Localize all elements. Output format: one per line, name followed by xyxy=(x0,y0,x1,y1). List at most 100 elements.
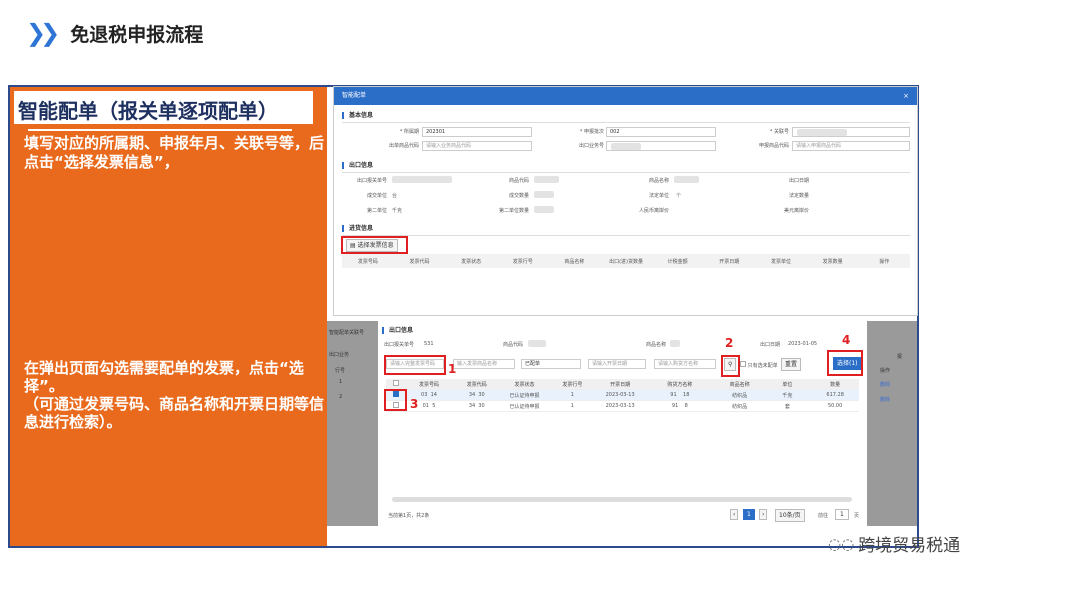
checkbox[interactable] xyxy=(740,361,746,367)
close-icon[interactable]: × xyxy=(903,87,909,105)
export-no-input[interactable] xyxy=(606,141,716,151)
col-header: 发票号码 xyxy=(357,258,378,265)
section-purchase: 进货信息 xyxy=(342,225,373,232)
status-select[interactable]: 已配单 xyxy=(521,359,581,369)
purchase-table-header: 发票号码 发票代码 发票状态 发票行号 商品名称 出口(进)货数量 计税金额 开… xyxy=(342,254,910,268)
col-header: 开票日期 xyxy=(610,381,631,388)
cell: 2023-03-13 xyxy=(605,392,635,398)
reset-button[interactable]: 重置 xyxy=(781,358,802,371)
table-row[interactable]: 03 14 34 30 已认证待申报 1 2023-03-13 91 18 纺织… xyxy=(386,390,859,401)
col-header: 发票状态 xyxy=(514,381,535,388)
field-label: 第二单位 xyxy=(366,208,387,214)
col-header: 发票状态 xyxy=(461,258,482,265)
divider xyxy=(342,122,910,123)
col-header: 发票数量 xyxy=(822,258,843,265)
step-marker: 4 xyxy=(842,333,851,347)
bg-side-label: 2 xyxy=(339,394,343,400)
prev-page-button[interactable]: ‹ xyxy=(730,509,739,520)
redacted xyxy=(670,340,680,347)
col-header: 开票日期 xyxy=(719,258,740,265)
field-label: 出口日期 xyxy=(788,178,809,184)
highlight-box xyxy=(827,350,863,376)
redacted xyxy=(534,176,559,183)
bg-side-label: 出口业务 xyxy=(329,352,350,358)
col-header: 操作 xyxy=(879,258,890,265)
redacted xyxy=(528,340,546,347)
horizontal-scrollbar[interactable] xyxy=(392,497,852,502)
unit-value: 台 xyxy=(392,193,398,199)
col-header: 发票行号 xyxy=(562,381,583,388)
dialog-titlebar: 智能配单 × xyxy=(334,87,917,105)
col-header: 发票代码 xyxy=(409,258,430,265)
page-title: 免退税申报流程 xyxy=(70,23,204,46)
field-label: 出口报关单号 xyxy=(384,342,415,348)
field-label: 商品代码 xyxy=(503,342,524,348)
divider xyxy=(28,129,292,131)
watermark: ◌◌ 跨境贸易税通 xyxy=(828,531,960,557)
invoice-select-dialog: 出口信息 出口报关单号 531 商品代码 商品名称 出口日期 2023-01-0… xyxy=(378,321,867,526)
cell: 已认证待申报 xyxy=(509,392,540,399)
link-no-input[interactable] xyxy=(792,127,910,137)
left-panel: 智能配单（报关单逐项配单） 填写对应的所属期、申报年月、关联号等，后点击“选择发… xyxy=(10,87,327,546)
dialog-title: 智能配单 xyxy=(342,92,367,99)
cell: 套 xyxy=(784,403,790,410)
delete-link[interactable]: 删除 xyxy=(880,396,890,403)
field-label: 人民币离岸价 xyxy=(638,208,669,214)
export-no: 531 xyxy=(424,341,434,347)
cell: 91 18 xyxy=(670,392,690,398)
col-header: 商品名称 xyxy=(729,381,750,388)
buyer-input[interactable]: 请输入购货方名称 xyxy=(654,359,716,369)
period-input[interactable]: 202301 xyxy=(422,127,532,137)
page-header: ❯❯ 免退税申报流程 xyxy=(26,16,203,50)
export-date: 2023-01-05 xyxy=(788,341,818,347)
bg-side-label: 操作 xyxy=(880,368,891,374)
highlight-box xyxy=(384,355,446,375)
page-size-select[interactable]: 10条/页 xyxy=(775,509,805,522)
page-1-button[interactable]: 1 xyxy=(743,509,755,520)
cell: 千克 xyxy=(782,392,793,399)
cell: 34 30 xyxy=(468,403,485,409)
declare-code-input[interactable]: 请输入申报商品代码 xyxy=(792,141,910,151)
redacted xyxy=(674,176,699,183)
field-label: 出单商品代码 xyxy=(388,143,419,149)
cell: 纺织品 xyxy=(732,403,748,410)
cell: 34 30 xyxy=(468,392,485,398)
highlight-box xyxy=(384,389,407,411)
product-name-input[interactable]: 输入发票商品名称 xyxy=(453,359,515,369)
step-marker: 3 xyxy=(410,397,419,411)
goto-label: 前往 xyxy=(818,513,829,519)
checkbox[interactable] xyxy=(392,380,399,386)
field-label: 商品名称 xyxy=(648,178,669,184)
unmatched-only-checkbox[interactable]: 只有选未配单 xyxy=(740,361,778,369)
table-row[interactable]: 01 5 34 30 已认证待申报 1 2023-03-13 91 8 纺织品 … xyxy=(386,401,859,412)
invoice-table: 发票号码 发票代码 发票状态 发票行号 开票日期 购货方名称 商品名称 单位 数… xyxy=(386,379,859,412)
select-all-cell[interactable] xyxy=(386,380,405,388)
bg-side-label: 1 xyxy=(339,379,343,385)
field-label: * 所属期 xyxy=(399,129,419,135)
legal-unit-value: 个 xyxy=(676,193,682,199)
redacted xyxy=(797,129,847,136)
date-input[interactable]: 请输入开票日期 xyxy=(588,359,646,369)
checkbox-label: 只有选未配单 xyxy=(747,363,778,369)
page-unit: 页 xyxy=(854,513,860,519)
pagination-summary: 当前第1页，共2条 xyxy=(388,513,430,519)
goto-page-input[interactable]: 1 xyxy=(835,509,849,520)
field-label: 出口日期 xyxy=(760,342,781,348)
divider xyxy=(342,172,910,173)
next-page-button[interactable]: › xyxy=(759,509,768,520)
col-header: 发票号码 xyxy=(418,381,439,388)
redacted xyxy=(534,206,554,213)
step-marker: 1 xyxy=(448,362,457,376)
redacted xyxy=(611,143,641,150)
bg-side-label: 智能配单关联号 xyxy=(329,330,365,336)
field-label: 法定单位 xyxy=(648,193,669,199)
highlight-box xyxy=(341,236,408,254)
delete-link[interactable]: 删除 xyxy=(880,381,890,388)
cell: 50.00 xyxy=(827,403,843,409)
field-label: 出口报关单号 xyxy=(356,178,387,184)
cell: 已认证待申报 xyxy=(509,403,540,410)
field-label: * 申报批次 xyxy=(579,129,604,135)
product-code-input[interactable]: 请输入业务商品代码 xyxy=(422,141,532,151)
batch-input[interactable]: 002 xyxy=(606,127,716,137)
redacted xyxy=(392,176,452,183)
